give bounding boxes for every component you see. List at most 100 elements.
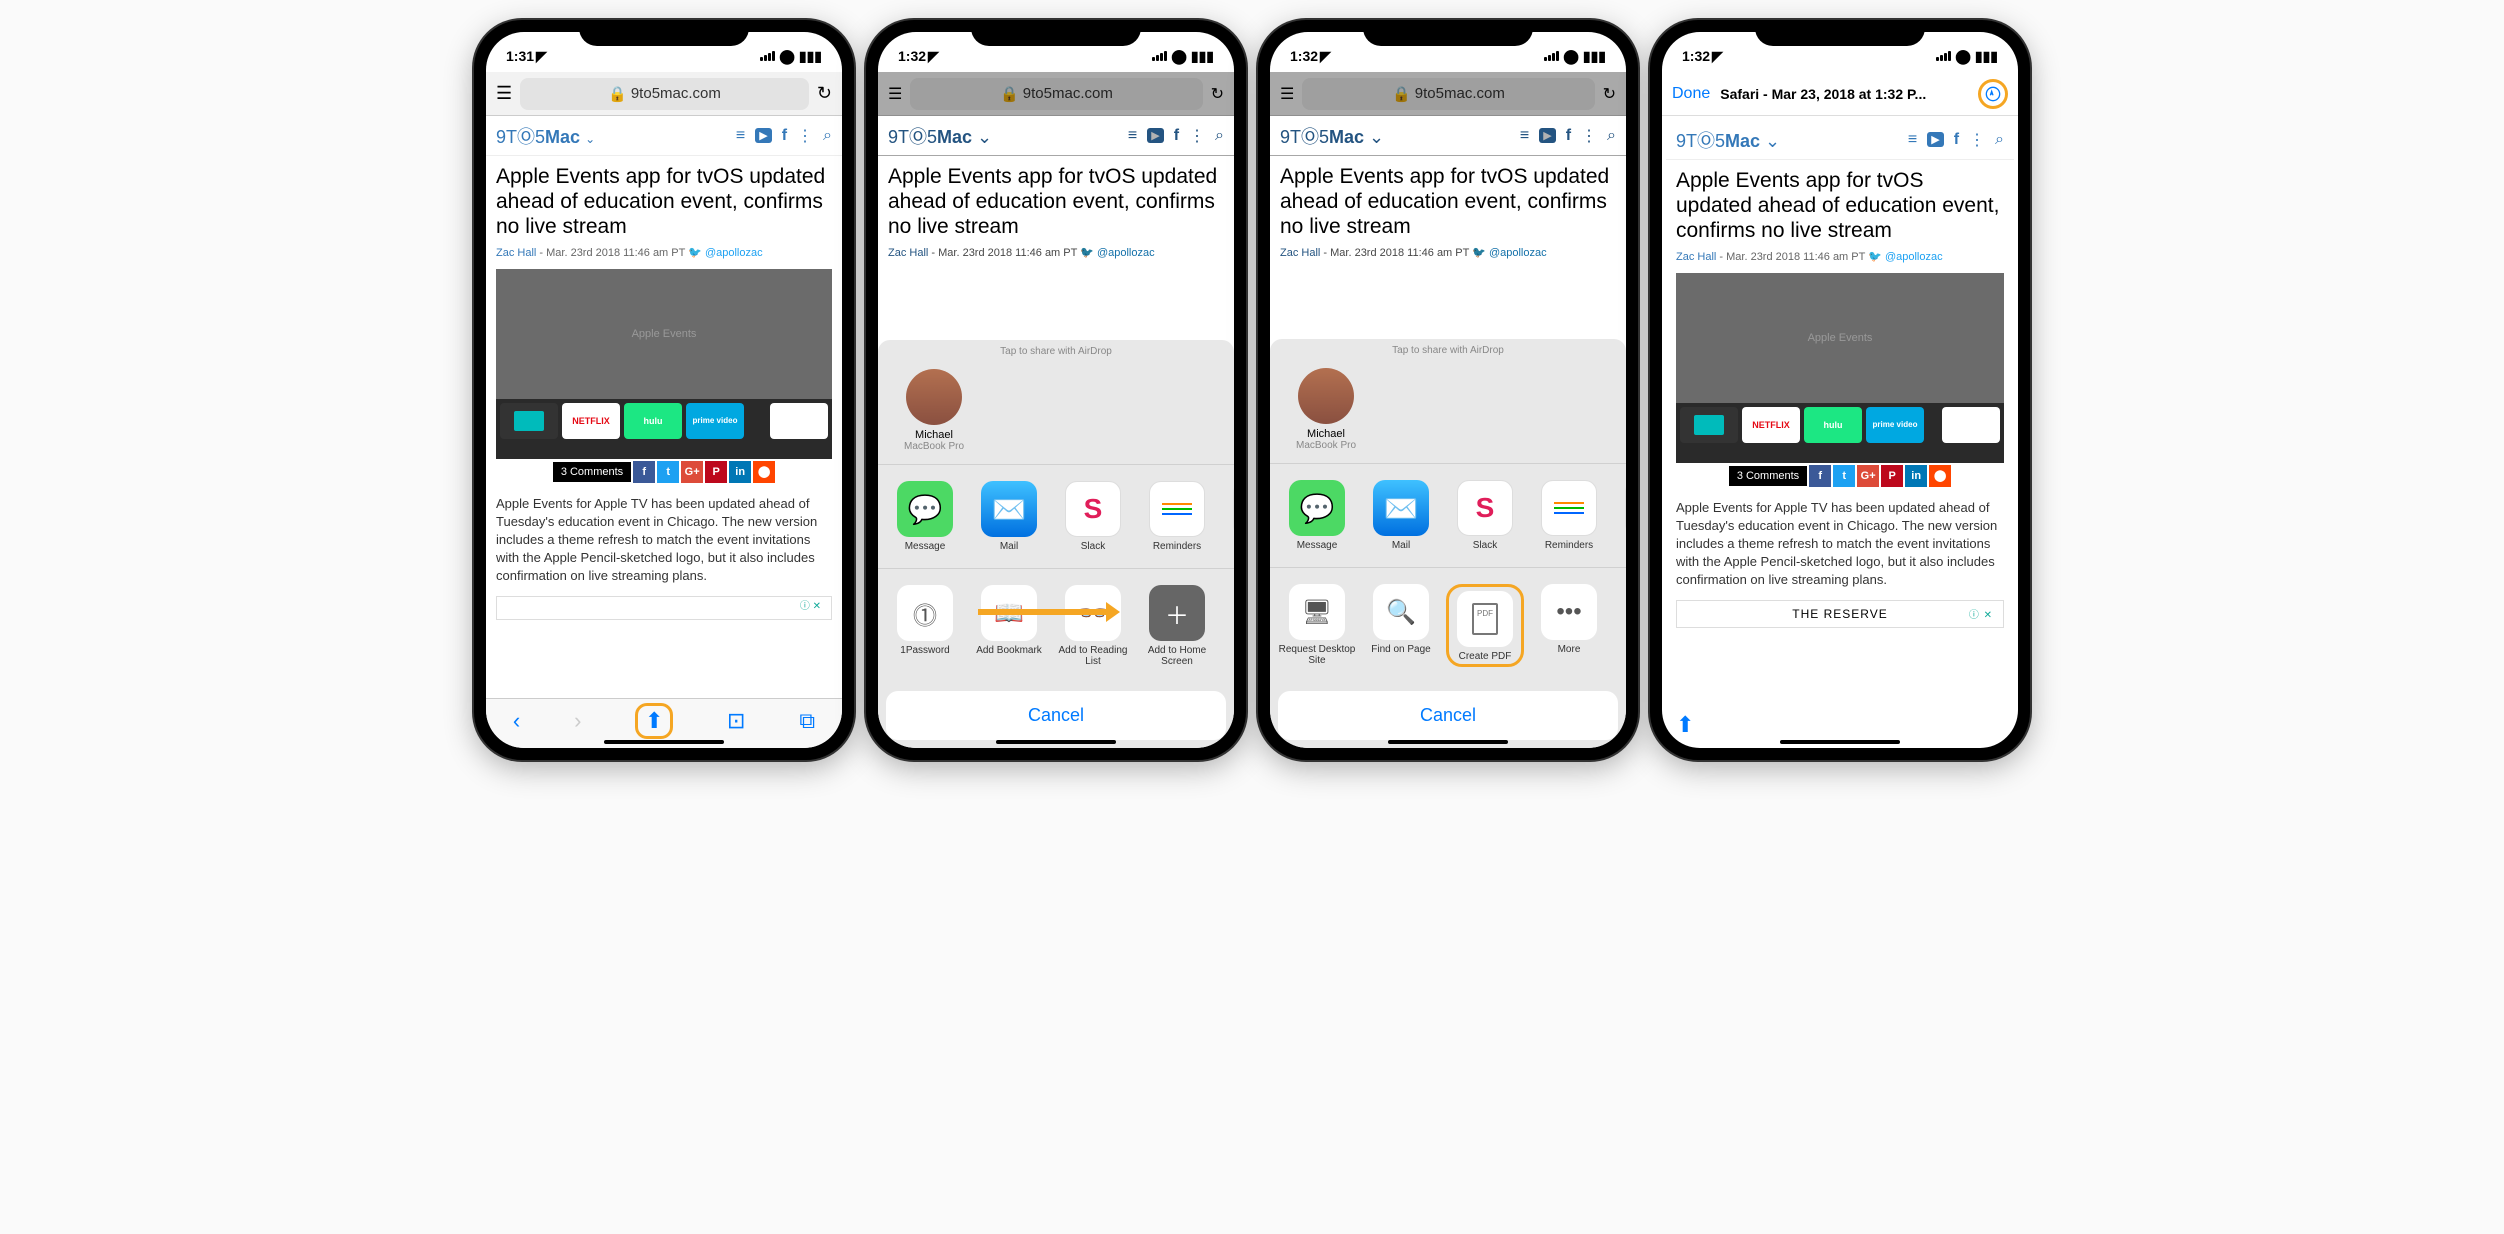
site-header: 9TⓄ5Mac ⌄ ≡ ▶ f ⋮ ⌕ <box>486 116 842 156</box>
done-button[interactable]: Done <box>1672 85 1710 103</box>
hero-image: Apple Events NETFLIX hulu prime video <box>496 269 832 459</box>
phone-frame-3: 1:32◤⬤▮▮▮ ☰🔒9to5mac.com↻ 9TⓄ5Mac ⌄≡▶f⋮⌕ … <box>1258 20 1638 760</box>
location-icon: ◤ <box>536 48 547 65</box>
phone-frame-1: 1:31◤ ⬤▮▮▮ ☰ 🔒9to5mac.com ↻ 9TⓄ5Mac ⌄ ≡ … <box>474 20 854 760</box>
search-icon[interactable]: ⌕ <box>823 127 832 145</box>
url-field[interactable]: 🔒9to5mac.com <box>520 78 809 110</box>
reddit-share[interactable]: ⬤ <box>753 461 775 483</box>
share-slack[interactable]: SSlack <box>1054 481 1132 552</box>
adchoices-icon[interactable]: ⓘ ✕ <box>800 597 821 612</box>
article-content: Apple Events app for tvOS updated ahead … <box>486 156 842 628</box>
pdf-preview: 9TⓄ5Mac ⌄≡▶f⋮⌕ Apple Events app for tvOS… <box>1662 116 2018 640</box>
google-share[interactable]: G+ <box>681 461 703 483</box>
reader-icon[interactable]: ☰ <box>496 83 512 104</box>
action-row[interactable]: ⓵1Password 📖Add Bookmark 👓Add to Reading… <box>878 569 1234 683</box>
share-sheet: Tap to share with AirDrop Michael MacBoo… <box>878 340 1234 748</box>
safari-url-bar: ☰ 🔒9to5mac.com ↻ <box>486 72 842 116</box>
home-indicator[interactable] <box>1780 740 1900 744</box>
pen-icon <box>1985 86 2001 102</box>
comments-count[interactable]: 3 Comments <box>553 462 631 482</box>
site-logo[interactable]: 9TⓄ5Mac ⌄ <box>496 123 595 149</box>
share-message[interactable]: 💬Message <box>886 481 964 552</box>
ad-banner: THE RESERVEⓘ ✕ <box>1676 600 2004 628</box>
time: 1:31 <box>506 48 534 64</box>
twitter-handle[interactable]: @apollozac <box>705 247 763 259</box>
phone-frame-4: 1:32◤⬤▮▮▮ Done Safari - Mar 23, 2018 at … <box>1650 20 2030 760</box>
tv-app-events <box>770 403 828 439</box>
reload-icon[interactable]: ↻ <box>817 83 832 104</box>
publish-date: - Mar. 23rd 2018 11:46 am PT <box>539 247 685 259</box>
action-reading-list[interactable]: 👓Add to Reading List <box>1054 585 1132 667</box>
article-body: Apple Events for Apple TV has been updat… <box>496 495 832 586</box>
time: 1:32 <box>1682 48 1710 64</box>
author[interactable]: Zac Hall <box>496 247 536 259</box>
tabs-icon[interactable]: ⧉ <box>799 708 815 734</box>
more-icon[interactable]: ⋮ <box>797 126 813 146</box>
share-mail[interactable]: ✉️Mail <box>970 481 1048 552</box>
tv-app-netflix: NETFLIX <box>562 403 620 439</box>
action-home-screen[interactable]: ＋Add to Home Screen <box>1138 585 1216 667</box>
action-more[interactable]: •••More <box>1530 584 1608 667</box>
share-mail[interactable]: ✉️Mail <box>1362 480 1440 551</box>
byline: Zac Hall - Mar. 23rd 2018 11:46 am PT 🐦 … <box>496 246 832 259</box>
home-indicator[interactable] <box>1388 740 1508 744</box>
bookmarks-icon[interactable]: ⊡ <box>727 708 745 734</box>
action-bookmark[interactable]: 📖Add Bookmark <box>970 585 1048 667</box>
share-reminders[interactable]: Reminders <box>1138 481 1216 552</box>
facebook-icon[interactable]: f <box>782 127 787 145</box>
share-sheet: Tap to share with AirDrop MichaelMacBook… <box>1270 339 1626 748</box>
home-indicator[interactable] <box>604 740 724 744</box>
markup-icon[interactable] <box>1978 79 2008 109</box>
action-create-pdf[interactable]: PDFCreate PDF <box>1451 591 1519 662</box>
linkedin-share[interactable]: in <box>729 461 751 483</box>
share-more-app[interactable]: Ad <box>1222 481 1234 552</box>
lock-icon: 🔒 <box>608 85 627 103</box>
tv-app-tile <box>500 403 558 439</box>
comments-bar: 3 Comments f t G+ P in ⬤ <box>496 461 832 483</box>
youtube-icon[interactable]: ▶ <box>755 128 771 143</box>
hero-caption: Apple Events <box>632 328 697 340</box>
back-icon[interactable]: ‹ <box>513 708 520 734</box>
avatar <box>906 369 962 425</box>
headline: Apple Events app for tvOS updated ahead … <box>1676 168 2004 244</box>
pdf-title: Safari - Mar 23, 2018 at 1:32 P... <box>1720 86 1968 102</box>
battery-icon: ▮▮▮ <box>799 48 822 65</box>
headline: Apple Events app for tvOS updated ahead … <box>496 164 832 240</box>
phone-frame-2: 1:32◤⬤▮▮▮ ☰🔒9to5mac.com↻ 9TⓄ5Mac ⌄≡▶f⋮⌕ … <box>866 20 1246 760</box>
highlight-create-pdf: PDFCreate PDF <box>1446 584 1524 667</box>
wifi-icon: ⬤ <box>779 48 795 65</box>
app-row[interactable]: 💬Message ✉️Mail SSlack Reminders Ad <box>878 465 1234 569</box>
twitter-share[interactable]: t <box>657 461 679 483</box>
airdrop-contact[interactable]: MichaelMacBook Pro <box>1286 368 1366 451</box>
facebook-share[interactable]: f <box>633 461 655 483</box>
share-slack[interactable]: SSlack <box>1446 480 1524 551</box>
pdf-share-icon[interactable]: ⬆︎ <box>1676 712 1694 738</box>
tv-app-prime: prime video <box>686 403 744 439</box>
share-message[interactable]: 💬Message <box>1278 480 1356 551</box>
highlight-share: ⬆︎ <box>635 703 673 739</box>
signal-icon <box>760 51 775 61</box>
home-indicator[interactable] <box>996 740 1116 744</box>
pinterest-share[interactable]: P <box>705 461 727 483</box>
swipe-arrow <box>978 609 1108 615</box>
share-icon[interactable]: ⬆︎ <box>640 708 668 734</box>
share-reminders[interactable]: Reminders <box>1530 480 1608 551</box>
tv-app-hulu: hulu <box>624 403 682 439</box>
ad-slot: ⓘ ✕ <box>496 596 832 620</box>
airdrop-contact[interactable]: Michael MacBook Pro <box>894 369 974 452</box>
contact-name: Michael <box>894 429 974 441</box>
action-find[interactable]: 🔍Find on Page <box>1362 584 1440 667</box>
cancel-button[interactable]: Cancel <box>886 691 1226 740</box>
cancel-button[interactable]: Cancel <box>1278 691 1618 740</box>
airdrop-hint: Tap to share with AirDrop <box>878 340 1234 363</box>
menu-icon[interactable]: ≡ <box>736 127 745 145</box>
airdrop-hint: Tap to share with AirDrop <box>1270 339 1626 362</box>
action-desktop-site[interactable]: 🖥Request Desktop Site <box>1278 584 1356 667</box>
contact-device: MacBook Pro <box>894 441 974 452</box>
pdf-header: Done Safari - Mar 23, 2018 at 1:32 P... <box>1662 72 2018 116</box>
forward-icon: › <box>574 708 581 734</box>
action-row-scrolled[interactable]: 🖥Request Desktop Site 🔍Find on Page PDFC… <box>1270 568 1626 683</box>
twitter-icon[interactable]: 🐦 <box>688 247 702 259</box>
airdrop-row: Michael MacBook Pro <box>878 363 1234 465</box>
action-1password[interactable]: ⓵1Password <box>886 585 964 667</box>
